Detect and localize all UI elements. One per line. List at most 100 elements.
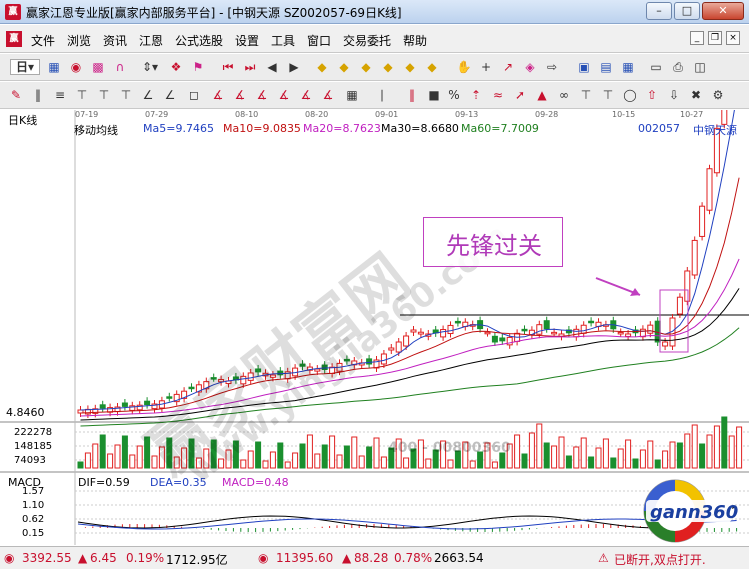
pan-left-icon[interactable]: ◆: [358, 59, 374, 75]
draw-line-icon[interactable]: ‖: [30, 87, 46, 103]
draw-down-arrow-icon[interactable]: ⇩: [666, 87, 682, 103]
calendar-icon[interactable]: ▣: [576, 59, 592, 75]
trend-icon[interactable]: ↗: [500, 59, 516, 75]
menu-window[interactable]: 窗口: [307, 32, 331, 49]
draw-fan-icon[interactable]: ∠: [140, 87, 156, 103]
draw-square-icon[interactable]: ■: [426, 87, 442, 103]
draw-vertical-icon[interactable]: ∣: [374, 87, 390, 103]
draw-wave-icon[interactable]: ≈: [490, 87, 506, 103]
draw-angle1-icon[interactable]: ∡: [210, 87, 226, 103]
zoom-in-icon[interactable]: ◆: [314, 59, 330, 75]
volume-bar: [306, 434, 313, 469]
candle-body: [321, 364, 328, 370]
draw-angle5-icon[interactable]: ∡: [298, 87, 314, 103]
grid-icon[interactable]: ▩: [90, 59, 106, 75]
volume-bar: [551, 445, 558, 469]
draw-settings-icon[interactable]: ⚙: [710, 87, 726, 103]
draw-angle6-icon[interactable]: ∡: [320, 87, 336, 103]
period-select[interactable]: 日▾: [10, 59, 40, 75]
menu-settings[interactable]: 设置: [235, 32, 259, 49]
volume-tick: 74093: [14, 455, 46, 466]
candles-icon[interactable]: ∩: [112, 59, 128, 75]
table-icon[interactable]: ▦: [620, 59, 636, 75]
candle-body: [188, 386, 195, 390]
menu-info[interactable]: 资讯: [103, 32, 127, 49]
draw-channel-icon[interactable]: ⊤: [118, 87, 134, 103]
menu-trade[interactable]: 交易委托: [343, 32, 391, 49]
maximize-button[interactable]: □: [674, 2, 700, 20]
panel-title: 日K线: [8, 114, 38, 127]
candle-body: [536, 324, 543, 335]
window-icon[interactable]: ▭: [648, 59, 664, 75]
prev-icon[interactable]: ◀: [264, 59, 280, 75]
draw-box-icon[interactable]: ◻: [186, 87, 202, 103]
draw-triangle-icon[interactable]: ▲: [534, 87, 550, 103]
draw-up-arrow-icon[interactable]: ⇧: [644, 87, 660, 103]
status-bar: ◉ 3392.55 ▲ 6.45 0.19% 1712.95亿 ◉ 11395.…: [0, 546, 749, 569]
menu-gann[interactable]: 江恩: [139, 32, 163, 49]
pan-up-icon[interactable]: ◆: [402, 59, 418, 75]
last-icon[interactable]: ⏭: [242, 59, 258, 75]
calc-icon[interactable]: ▤: [598, 59, 614, 75]
menu-formula-select[interactable]: 公式选股: [175, 32, 223, 49]
hand-icon[interactable]: ✋: [456, 59, 472, 75]
close-button[interactable]: ✕: [702, 2, 744, 20]
volume-bar: [299, 443, 306, 469]
flag-icon[interactable]: ⚑: [190, 59, 206, 75]
draw-pen-icon[interactable]: ✎: [8, 87, 24, 103]
mdi-close-button[interactable]: ×: [726, 31, 740, 45]
draw-fib-icon[interactable]: ⊤: [74, 87, 90, 103]
delete-draw-icon[interactable]: ✖: [688, 87, 704, 103]
first-icon[interactable]: ⏮: [220, 59, 236, 75]
kline-type-icon[interactable]: ⇕▾: [142, 59, 158, 75]
draw-parallel-icon[interactable]: ≡: [52, 87, 68, 103]
draw-angle2-icon[interactable]: ∡: [232, 87, 248, 103]
formula-icon[interactable]: ❖: [168, 59, 184, 75]
chip-icon[interactable]: ◈: [522, 59, 538, 75]
candle-body: [440, 329, 447, 338]
draw-spiral-icon[interactable]: ∞: [556, 87, 572, 103]
chart-area[interactable]: 日K线 移动均线 Ma5=9.7465 Ma10=9.0835 Ma20=8.7…: [0, 110, 749, 545]
menu-help[interactable]: 帮助: [403, 32, 427, 49]
macd-tick: 1.57: [22, 486, 45, 497]
menu-tools[interactable]: 工具: [271, 32, 295, 49]
mdi-restore-button[interactable]: ❐: [708, 31, 722, 45]
draw-time-icon[interactable]: ⊤: [578, 87, 594, 103]
connection-status[interactable]: 已断开,双点打开.: [614, 551, 706, 568]
draw-grid-icon[interactable]: ▦: [344, 87, 360, 103]
volume-bar: [669, 441, 676, 469]
export-icon[interactable]: ⇨: [544, 59, 560, 75]
draw-arrow-icon[interactable]: ➚: [512, 87, 528, 103]
volume-bar: [469, 460, 476, 469]
ma30-value: Ma30=8.6680: [381, 122, 459, 135]
menu-file[interactable]: 文件: [31, 32, 55, 49]
tile-icon[interactable]: ◫: [692, 59, 708, 75]
window-title: 赢家江恩专业版[赢家内部服务平台] - [中钢天源 SZ002057-69日K线…: [26, 6, 402, 20]
draw-angle4-icon[interactable]: ∡: [276, 87, 292, 103]
draw-cycle-icon[interactable]: ‖: [404, 87, 420, 103]
draw-gann-icon[interactable]: ⊤: [96, 87, 112, 103]
chart-icon[interactable]: ▦: [46, 59, 62, 75]
pan-down-icon[interactable]: ◆: [424, 59, 440, 75]
draw-angle3-icon[interactable]: ∡: [254, 87, 270, 103]
minimize-button[interactable]: –: [646, 2, 672, 20]
pan-right-icon[interactable]: ◆: [380, 59, 396, 75]
percent-icon[interactable]: %: [446, 87, 462, 103]
draw-ellipse-icon[interactable]: ◯: [622, 87, 638, 103]
volume-bar: [699, 443, 706, 469]
crosshair-icon[interactable]: +: [478, 59, 494, 75]
draw-arc-icon[interactable]: ∠: [162, 87, 178, 103]
zoom-out-icon[interactable]: ◆: [336, 59, 352, 75]
sh-amount: 1712.95亿: [166, 553, 228, 567]
scan-icon[interactable]: ◉: [68, 59, 84, 75]
next-icon[interactable]: ▶: [286, 59, 302, 75]
print-icon[interactable]: ⎙: [670, 59, 686, 75]
mdi-minimize-button[interactable]: _: [690, 31, 704, 45]
volume-bar: [380, 456, 387, 469]
volume-bar: [232, 440, 239, 469]
candle-body: [676, 296, 683, 315]
menu-browse[interactable]: 浏览: [67, 32, 91, 49]
draw-mirror-icon[interactable]: ⊤: [600, 87, 616, 103]
menu-bar: 赢 文件 浏览 资讯 江恩 公式选股 设置 工具 窗口 交易委托 帮助 _ ❐ …: [0, 25, 749, 53]
draw-text-icon[interactable]: ⇡: [468, 87, 484, 103]
